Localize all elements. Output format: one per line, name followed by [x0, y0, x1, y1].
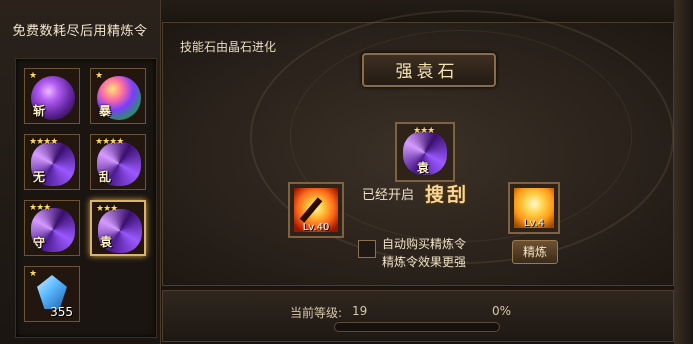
blue-crystal-icon: [37, 275, 67, 309]
right-item-frame[interactable]: Lv.4: [508, 182, 560, 234]
stone-glyph: 暴: [99, 104, 112, 118]
star-rating: ★: [29, 71, 37, 81]
star-rating: ★★★: [96, 204, 118, 214]
crystal-count: 355: [50, 305, 73, 319]
auto-buy-line-1: 自动购买精炼令: [382, 237, 467, 251]
crystal-slot[interactable]: ★ 355: [24, 266, 80, 322]
star-rating: ★★★: [29, 203, 51, 213]
star-rating: ★★★★: [29, 137, 58, 147]
auto-buy-checkbox[interactable]: [358, 240, 376, 258]
left-panel-title: 免费数耗尽后用精炼令: [12, 24, 148, 39]
star-rating: ★★★★: [95, 137, 124, 147]
right-edge: [674, 0, 693, 344]
bottom-bar: [162, 290, 674, 342]
refine-button[interactable]: 精炼: [512, 240, 558, 264]
stone-slot-4[interactable]: ★★★★ 乱: [90, 134, 146, 190]
stone-glyph: 袁: [417, 161, 430, 175]
item-level: Lv.40: [302, 222, 330, 233]
stone-slot-2[interactable]: ★ 暴: [90, 68, 146, 124]
skill-name: 搜刮: [425, 184, 470, 206]
progress-bar: [334, 322, 500, 332]
stone-glyph: 守: [33, 236, 46, 250]
level-value: 19: [352, 304, 368, 318]
left-item-frame[interactable]: Lv.40: [288, 182, 344, 238]
item-level: Lv.4: [523, 218, 545, 229]
stone-glyph: 无: [33, 170, 46, 184]
stone-glyph: 乱: [99, 170, 112, 184]
star-rating: ★★★: [413, 126, 435, 136]
opened-label: 已经开启: [362, 188, 415, 203]
auto-buy-text: 自动购买精炼令 精炼令效果更强: [382, 235, 466, 271]
level-label: 当前等级:: [290, 306, 343, 320]
star-rating: ★: [29, 269, 37, 279]
auto-buy-line-2: 精炼令效果更强: [382, 255, 467, 269]
evolution-hint: 技能石由晶石进化: [180, 40, 277, 54]
stone-glyph: 斩: [33, 104, 46, 118]
star-rating: ★: [95, 71, 103, 81]
stone-slot-3[interactable]: ★★★★ 无: [24, 134, 80, 190]
stone-slot-6-selected[interactable]: ★★★ 袁: [90, 200, 146, 256]
stone-slot-1[interactable]: ★ 斩: [24, 68, 80, 124]
stone-slot-5[interactable]: ★★★ 守: [24, 200, 80, 256]
stone-title: 强袁石: [395, 62, 459, 82]
progress-percent: 0%: [492, 304, 512, 318]
stone-glyph: 袁: [100, 235, 113, 249]
center-stone-frame[interactable]: ★★★ 袁: [395, 122, 455, 182]
